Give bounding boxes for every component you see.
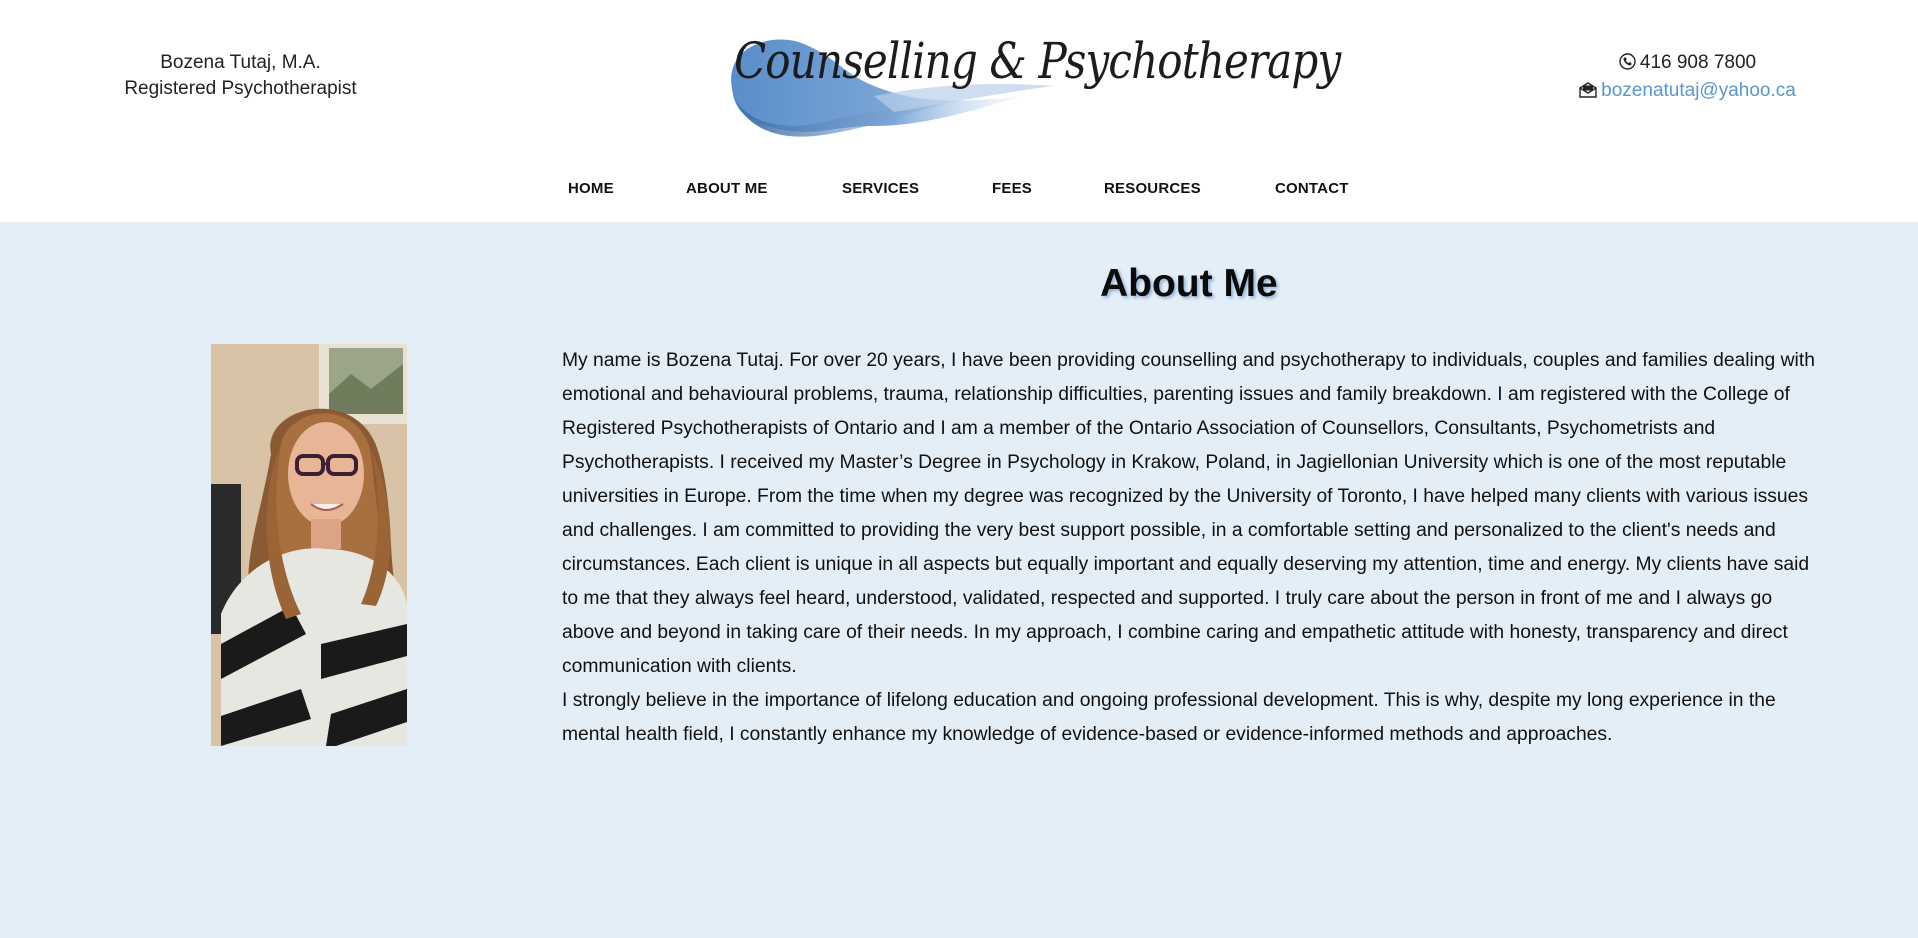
nav-about-me[interactable]: ABOUT ME bbox=[686, 180, 768, 197]
about-text: My name is Bozena Tutaj. For over 20 yea… bbox=[562, 344, 1824, 752]
about-paragraph-1: My name is Bozena Tutaj. For over 20 yea… bbox=[562, 350, 1815, 677]
practitioner-title: Registered Psychotherapist bbox=[124, 78, 357, 99]
envelope-icon bbox=[1579, 80, 1597, 106]
phone-icon bbox=[1619, 52, 1636, 78]
practitioner-name: Bozena Tutaj, M.A. bbox=[160, 52, 321, 73]
nav-fees[interactable]: FEES bbox=[992, 180, 1032, 197]
site-header: Bozena Tutaj, M.A. Registered Psychother… bbox=[0, 0, 1918, 222]
email-link[interactable]: bozenatutaj@yahoo.ca bbox=[1601, 80, 1796, 101]
profile-photo bbox=[211, 344, 407, 746]
practitioner-info: Bozena Tutaj, M.A. Registered Psychother… bbox=[88, 50, 393, 102]
main-content: About Me My name is Bozena Tutaj. For ov… bbox=[0, 222, 1918, 938]
phone-number[interactable]: 416 908 7800 bbox=[1640, 52, 1756, 73]
nav-resources[interactable]: RESOURCES bbox=[1104, 180, 1201, 197]
nav-services[interactable]: SERVICES bbox=[842, 180, 919, 197]
main-nav: HOME ABOUT ME SERVICES FEES RESOURCES CO… bbox=[0, 180, 1918, 210]
logo-text: Counselling & Psychotherapy bbox=[734, 32, 1341, 90]
nav-contact[interactable]: CONTACT bbox=[1275, 180, 1349, 197]
email-row: bozenatutaj@yahoo.ca bbox=[1560, 78, 1815, 106]
site-logo[interactable]: Counselling & Psychotherapy bbox=[724, 26, 1341, 156]
page-title: About Me bbox=[1100, 262, 1278, 305]
nav-home[interactable]: HOME bbox=[568, 180, 614, 197]
contact-info: 416 908 7800 bozenatutaj@yahoo.ca bbox=[1560, 50, 1815, 106]
phone-row: 416 908 7800 bbox=[1560, 50, 1815, 78]
about-paragraph-2: I strongly believe in the importance of … bbox=[562, 690, 1776, 745]
